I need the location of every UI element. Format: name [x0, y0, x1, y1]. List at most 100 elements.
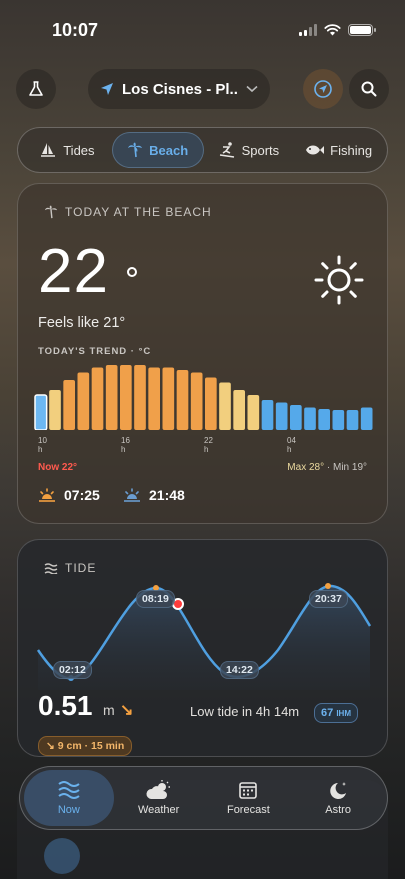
- signal-icon: [299, 24, 317, 36]
- wifi-icon: [324, 24, 341, 36]
- nav-forecast[interactable]: Forecast: [204, 770, 294, 826]
- nav-weather[interactable]: Weather: [114, 770, 204, 826]
- trend-bar-12h: [63, 380, 75, 430]
- tide-rate-badge: ↘ 9 cm · 15 min: [38, 736, 133, 756]
- trend-bar-21h: [190, 372, 203, 430]
- trend-bar-18h: [148, 367, 160, 430]
- locate-button[interactable]: [303, 69, 343, 109]
- trend-bar-03h: [275, 402, 288, 430]
- bottom-navigation: Now Weather Forecast Astro: [19, 766, 388, 830]
- trend-bar-11h: [49, 390, 61, 430]
- tab-beach-label: Beach: [149, 142, 189, 158]
- location-name: Los Cisnes - Pl...: [122, 80, 238, 98]
- trend-bar-05h: [304, 407, 316, 430]
- palm-tree-icon: [44, 205, 58, 219]
- tide-height-unit: m: [103, 702, 115, 718]
- trend-bar-15h: [105, 365, 118, 430]
- tab-sports[interactable]: Sports: [204, 132, 294, 168]
- tide-card-header: TIDE: [44, 561, 96, 575]
- tide-card[interactable]: TIDE 02:12 08:19 14:22 20:37 0.51 m ↘ Lo…: [17, 539, 388, 757]
- tide-time-low-2: 14:22: [220, 661, 259, 679]
- nav-astro[interactable]: Astro: [293, 770, 383, 826]
- nav-now-label: Now: [57, 804, 80, 816]
- calendar-icon: [239, 782, 258, 799]
- tab-fishing-label: Fishing: [330, 142, 373, 158]
- trend-bar-20h: [176, 370, 189, 430]
- status-icons: [299, 24, 376, 36]
- trend-bar-06h: [318, 409, 330, 430]
- chevron-down-icon: [246, 85, 258, 93]
- current-temperature: 22: [38, 237, 109, 306]
- moon-star-icon: [330, 782, 347, 799]
- tab-beach[interactable]: Beach: [111, 132, 204, 168]
- waves-icon: [44, 563, 58, 574]
- waves-icon: [58, 781, 80, 799]
- tide-card-title: TIDE: [65, 561, 97, 575]
- nav-forecast-label: Forecast: [226, 804, 270, 816]
- sunrise-icon: [39, 488, 55, 502]
- beach-card[interactable]: TODAY AT THE BEACH 22 Feels like 21° TOD…: [17, 183, 388, 524]
- search-icon: [361, 81, 377, 97]
- trend-bar-14h: [91, 367, 104, 430]
- tide-time-high-1: 08:19: [136, 590, 175, 608]
- nav-astro-label: Astro: [325, 804, 351, 816]
- trend-bar-07h: [332, 410, 345, 430]
- tab-tides[interactable]: Tides: [22, 132, 112, 168]
- next-tide-status: Low tide in 4h 14m: [190, 704, 300, 719]
- tab-tides-label: Tides: [63, 142, 95, 158]
- beach-card-header: TODAY AT THE BEACH: [44, 205, 212, 219]
- trend-bar-01h: [247, 395, 260, 430]
- trend-bar-09h: [360, 407, 373, 430]
- sunset: 21:48: [123, 487, 185, 503]
- cloud-sun-icon: [146, 780, 170, 799]
- category-tabs: Tides Beach Sports Fishing: [17, 127, 388, 173]
- navigation-icon: [314, 80, 332, 98]
- sailboat-icon: [41, 143, 56, 157]
- trend-x-axis: 10 h 16 h 22 h 04 h: [38, 436, 296, 454]
- status-time: 10:07: [52, 20, 99, 40]
- trend-bar-19h: [162, 367, 175, 430]
- nav-now[interactable]: Now: [24, 770, 114, 826]
- tide-time-high-2: 20:37: [309, 590, 348, 608]
- temperature-trend-chart: [34, 365, 373, 430]
- trend-bar-04h: [290, 405, 302, 430]
- arrow-down-right-icon: ↘: [120, 702, 134, 719]
- palm-tree-icon: [128, 142, 143, 158]
- trend-bar-08h: [346, 410, 359, 430]
- flask-button[interactable]: [16, 69, 56, 109]
- trend-bar-13h: [77, 372, 90, 430]
- trend-label: TODAY'S TREND · °C: [38, 346, 152, 357]
- flask-icon: [29, 81, 43, 96]
- trend-bar-02h: [261, 400, 274, 430]
- beach-card-title: TODAY AT THE BEACH: [65, 205, 212, 219]
- trend-bar-23h: [219, 382, 231, 430]
- tide-time-low-1: 02:12: [53, 661, 92, 679]
- sunrise: 07:25: [38, 487, 100, 503]
- trend-bar-00h: [233, 390, 245, 430]
- degree-symbol: [127, 267, 137, 277]
- sunset-icon: [124, 488, 140, 502]
- trend-bar-16h: [120, 365, 132, 430]
- location-arrow-icon: [101, 83, 113, 95]
- tab-fishing[interactable]: Fishing: [293, 132, 383, 168]
- search-button[interactable]: [349, 69, 389, 109]
- battery-icon: [348, 24, 376, 36]
- tide-coefficient-badge: 67 IHM: [314, 703, 358, 723]
- skier-icon: [219, 142, 234, 158]
- status-bar: 10:07: [0, 0, 405, 60]
- sunrise-time: 07:25: [64, 487, 100, 503]
- feels-like: Feels like 21°: [38, 315, 126, 331]
- partial-avatar: [44, 838, 80, 874]
- trend-bar-22h: [205, 377, 217, 430]
- tab-sports-label: Sports: [241, 142, 280, 158]
- trend-bar-10h: [34, 394, 48, 430]
- location-selector[interactable]: Los Cisnes - Pl...: [88, 69, 270, 109]
- trend-bar-17h: [134, 365, 146, 430]
- sunset-time: 21:48: [149, 487, 185, 503]
- nav-weather-label: Weather: [137, 804, 180, 816]
- sun-icon: [314, 255, 364, 305]
- tide-height-value: 0.51: [38, 690, 93, 721]
- now-temperature-label: Now 22°: [38, 462, 78, 473]
- max-min-label: Max 28° · Min 19°: [287, 462, 367, 473]
- fish-icon: [306, 145, 325, 155]
